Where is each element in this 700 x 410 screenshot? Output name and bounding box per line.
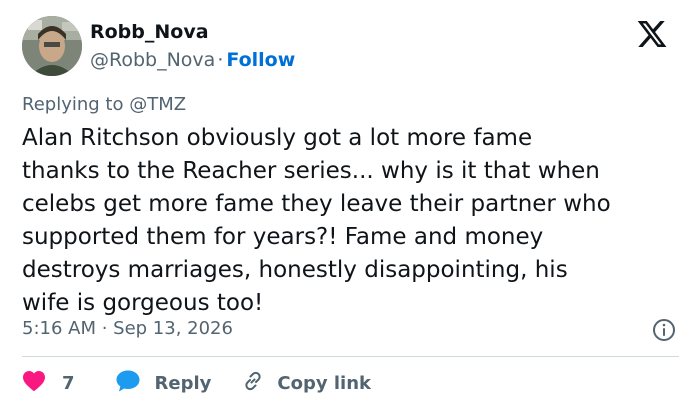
avatar-photo (22, 16, 82, 76)
divider (22, 356, 679, 357)
tweet-card: Robb_Nova @Robb_Nova · Follow Replying to … (0, 0, 700, 410)
link-icon (241, 369, 265, 397)
tweet-timestamp[interactable]: 5:16 AM · Sep 13, 2026 (22, 317, 233, 341)
reply-context[interactable]: Replying to @TMZ (22, 93, 186, 117)
copy-link-label: Copy link (277, 372, 371, 394)
reply-button[interactable]: Reply (115, 369, 212, 397)
reply-bubble-icon (115, 369, 141, 397)
heart-icon (22, 370, 46, 396)
info-icon[interactable] (652, 318, 676, 342)
handle-separator: · (217, 49, 224, 71)
x-logo-icon[interactable] (636, 18, 668, 50)
follow-button[interactable]: Follow (226, 49, 295, 71)
author-handle-row: @Robb_Nova · Follow (90, 48, 295, 72)
author-handle[interactable]: @Robb_Nova (90, 49, 215, 71)
action-bar: 7 Reply Copy link (22, 370, 371, 396)
like-count: 7 (62, 372, 75, 394)
author-display-name[interactable]: Robb_Nova (90, 20, 209, 44)
reply-label: Reply (154, 372, 212, 394)
like-button[interactable]: 7 (22, 370, 75, 396)
tweet-text: Alan Ritchson obviously got a lot more f… (22, 125, 611, 316)
avatar[interactable] (22, 16, 82, 76)
copy-link-button[interactable]: Copy link (241, 369, 371, 397)
